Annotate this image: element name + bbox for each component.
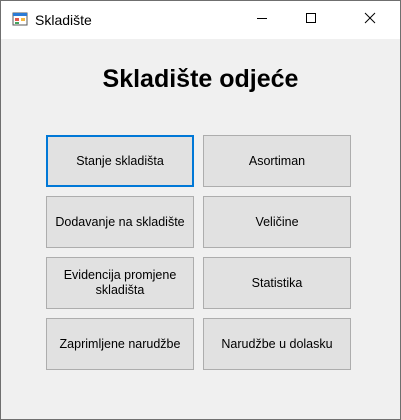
evidencija-promjene-label: Evidencija promjene skladišta <box>63 268 177 297</box>
dodavanje-na-skladiste-button[interactable]: Dodavanje na skladište <box>46 196 194 248</box>
minimize-icon <box>256 11 268 29</box>
close-button[interactable] <box>347 1 393 39</box>
stanje-skladista-label: Stanje skladišta <box>76 153 164 168</box>
app-window-icon <box>12 11 28 27</box>
asortiman-button[interactable]: Asortiman <box>203 135 351 187</box>
page-title: Skladište odjeće <box>102 65 299 93</box>
stanje-skladista-button[interactable]: Stanje skladišta <box>46 135 194 187</box>
maximize-icon <box>305 11 317 29</box>
evidencija-promjene-button[interactable]: Evidencija promjene skladišta <box>46 257 194 309</box>
app-window: Skladište Skladište odjeće Stanje skladi… <box>0 0 401 420</box>
title-bar[interactable]: Skladište <box>1 1 400 39</box>
velicine-label: Veličine <box>255 214 299 229</box>
velicine-button[interactable]: Veličine <box>203 196 351 248</box>
zaprimljene-narudzbe-button[interactable]: Zaprimljene narudžbe <box>46 318 194 370</box>
window-title: Skladište <box>35 12 92 28</box>
narudzbe-u-dolasku-label: Narudžbe u dolasku <box>221 336 333 351</box>
statistika-button[interactable]: Statistika <box>203 257 351 309</box>
asortiman-label: Asortiman <box>248 153 306 168</box>
statistika-label: Statistika <box>251 275 303 290</box>
minimize-button[interactable] <box>239 1 285 39</box>
maximize-button[interactable] <box>288 1 334 39</box>
close-icon <box>364 11 376 29</box>
dodavanje-na-skladiste-label: Dodavanje na skladište <box>55 214 185 229</box>
narudzbe-u-dolasku-button[interactable]: Narudžbe u dolasku <box>203 318 351 370</box>
zaprimljene-narudzbe-label: Zaprimljene narudžbe <box>59 336 181 351</box>
